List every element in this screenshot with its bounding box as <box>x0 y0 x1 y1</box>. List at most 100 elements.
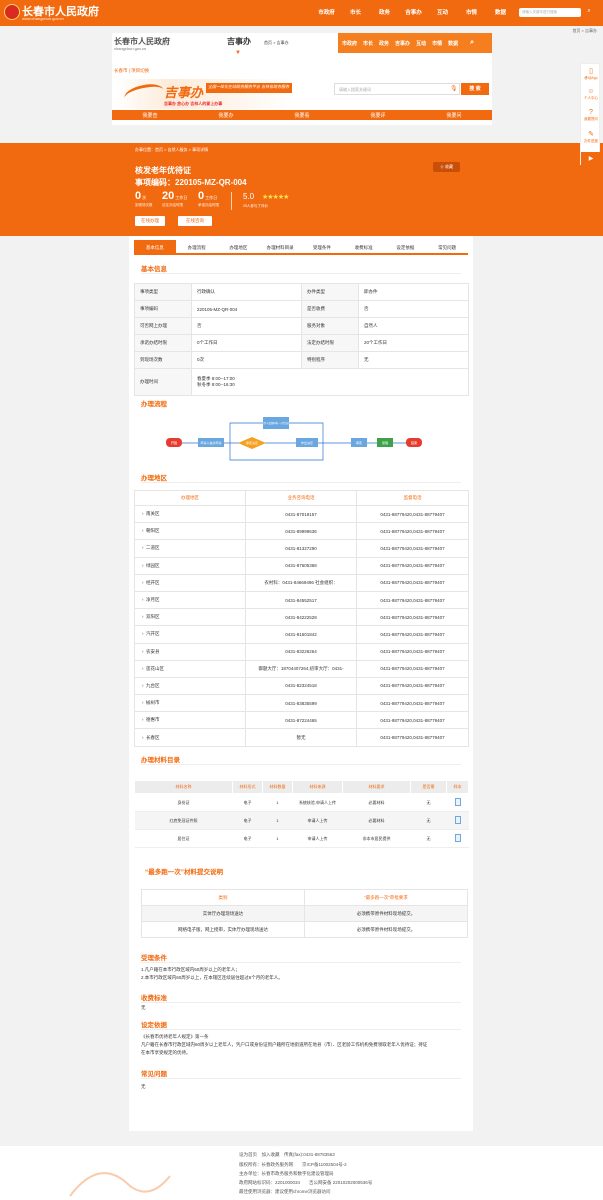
table-row[interactable]: › 朝阳区 0431-89999636 0431-88779420,0431-887… <box>134 522 469 541</box>
section-title-basis: 设定依据 <box>141 1022 167 1029</box>
sample-cell[interactable] <box>446 829 469 848</box>
consult-phone: 御题大厅：18704407264,初审大厅：0431- <box>245 659 357 678</box>
table-row[interactable]: › 二道区 0431-81327290 0431-88779420,0431-887… <box>134 539 469 558</box>
tab-basic[interactable]: 基本信息 <box>134 240 176 253</box>
topnav-item[interactable]: 吉事办 <box>399 8 428 16</box>
sample-cell[interactable] <box>446 811 469 830</box>
search-icon[interactable]: ⌕ <box>470 39 474 47</box>
band-item[interactable]: 我要问 <box>446 112 461 119</box>
table-row[interactable]: › 净月区 0431-84552517 0431-88779420,0431-887… <box>134 590 469 610</box>
consult-phone: 0431-81327290 <box>245 539 357 558</box>
rating-stars-icon: ★★★★★ <box>262 194 289 201</box>
caret-down-icon: ▼ <box>235 50 241 56</box>
header-nav-item[interactable]: 政务 <box>379 40 389 47</box>
favorite-button[interactable]: ☆ 收藏 <box>433 162 460 172</box>
sample-cell[interactable] <box>446 793 469 812</box>
document-icon[interactable] <box>454 798 461 806</box>
jsb-banner: 吉事办 全国一体化在线政务服务平台 吉林省政务服务 吉事办 放心办 吉林人的掌上… <box>116 79 296 109</box>
supervise-phone: 0431-88779420,0431-88779407 <box>356 539 469 558</box>
breadcrumb: 首页 > 吉事办 <box>572 28 597 33</box>
header-nav-item[interactable]: 市政府 <box>342 40 357 47</box>
table-row[interactable]: › 农安县 0431-83226264 0431-88779420,0431-887… <box>134 642 469 661</box>
play-icon[interactable]: ▶ <box>581 152 601 166</box>
top-search-input[interactable]: 请输入关键字进行搜索 <box>519 8 581 17</box>
swoosh-graphic <box>122 81 166 107</box>
table-row: 居住证 电子 1 申请人上传 非本市居民提供无 <box>134 829 469 848</box>
microphone-icon[interactable]: 🎙 <box>450 85 458 92</box>
sidebar-item-app[interactable]: ▯ 移动App <box>581 67 601 81</box>
tab-flow[interactable]: 办理流程 <box>176 240 218 253</box>
item-name: 核发老年优待证 <box>135 166 191 175</box>
topnav-item[interactable]: 市长 <box>341 8 370 16</box>
tab-materials[interactable]: 办理材料目录 <box>259 240 301 253</box>
table-row[interactable]: › 汽开区 0431-81501842 0431-88779420,0431-887… <box>134 625 469 644</box>
header-nav-item[interactable]: 吉事办 <box>395 40 410 47</box>
tab-accept[interactable]: 受理条件 <box>301 240 343 253</box>
flow-label: 受理 <box>382 440 388 445</box>
band-item[interactable]: 我要评 <box>370 112 385 119</box>
material-cell: 1 <box>262 829 293 848</box>
material-cell: 申请人上传 <box>292 829 343 848</box>
region-switch[interactable]: 长春市 | 项目切换 <box>114 68 149 74</box>
table-row: 红底免冠证件照 电子 1 申请人上传 必要材料无 <box>134 811 469 830</box>
sidebar-item-progress[interactable]: ✎ 办件进度 <box>581 130 601 144</box>
search-icon[interactable]: ⌕ <box>584 8 594 17</box>
topnav-item[interactable]: 政务 <box>370 8 399 16</box>
consult-phone: 0431-81501842 <box>245 625 357 644</box>
band-item[interactable]: 我要办 <box>218 112 233 119</box>
flow-label: 作出决定 <box>301 440 313 445</box>
topnav-item[interactable]: 市政府 <box>312 8 341 16</box>
footer-links[interactable]: 设为首页 加入收藏 传真(fax):0431-88783563 <box>239 1152 335 1158</box>
table-row[interactable]: › 九台区 0431-82324518 0431-88779420,0431-887… <box>134 676 469 696</box>
table-row[interactable]: › 经开区 农村科：0431-84669496 社会组织： 0431-8877942… <box>134 573 469 592</box>
table-header: 类别 “最多跑一次”审批要求 <box>141 889 468 906</box>
tab-fee[interactable]: 收费标准 <box>343 240 385 253</box>
topnav-item[interactable]: 互动 <box>428 8 457 16</box>
tab-area[interactable]: 办理地区 <box>218 240 260 253</box>
faq-text: 无 <box>141 1084 146 1089</box>
header-nav-item[interactable]: 市情 <box>432 40 442 47</box>
document-icon[interactable] <box>454 816 461 824</box>
section-title-faq: 常见问题 <box>141 1071 167 1078</box>
material-cell: 无 <box>410 811 447 830</box>
online-consult-button[interactable]: 在线咨询 <box>178 216 212 226</box>
header-nav-item[interactable]: 互动 <box>416 40 426 47</box>
service-search-button[interactable]: 搜 索 <box>461 83 489 95</box>
band-item[interactable]: 我要看 <box>294 112 309 119</box>
table-row[interactable]: › 德惠市 0431-87224465 0431-88779420,0431-887… <box>134 711 469 730</box>
table-row: 身份证 电子 1 系统核验,申请人上传 必要材料无 <box>134 793 469 812</box>
online-apply-button[interactable]: 在线办理 <box>135 216 165 226</box>
material-cell: 必要材料 <box>342 811 411 830</box>
consult-phone: 0431-87224465 <box>245 711 357 730</box>
tab-basis[interactable]: 设定依据 <box>385 240 427 253</box>
table-row[interactable]: › 榆树市 0431-83835599 0431-88779420,0431-887… <box>134 694 469 713</box>
sidebar-item-ask[interactable]: ? 我要提问 <box>581 109 601 122</box>
banner-slogan: 吉事办 放心办 吉林人的掌上办事 <box>164 101 223 106</box>
band-item[interactable]: 我要查 <box>142 112 157 119</box>
header-nav-item[interactable]: 市长 <box>363 40 373 47</box>
topnav-item[interactable]: 数据 <box>486 8 515 16</box>
table-row[interactable]: › 南关区 0431-87019157 0431-88779420,0431-887… <box>134 504 469 524</box>
table-row[interactable]: › 绿园区 0431-87605368 0431-88779420,0431-887… <box>134 556 469 575</box>
section-title-accept: 受理条件 <box>141 955 167 962</box>
table-row[interactable]: › 双阳区 0431-84222528 0431-88779420,0431-887… <box>134 608 469 627</box>
header-nav: 市政府 市长 政务 吉事办 互动 市情 数据 ⌕ <box>338 33 492 53</box>
material-cell: 无 <box>410 793 447 812</box>
tab-faq[interactable]: 常见问题 <box>426 240 468 253</box>
table-row[interactable]: › 长春区 暂无 0431-88779420,0431-88779407 <box>134 728 469 747</box>
sidebar-item-personal[interactable]: ☺ 个人中心 <box>581 88 601 101</box>
section-title-once: “最多跑一次”材料提交说明 <box>145 869 223 876</box>
material-cell: 红底免冠证件照 <box>134 811 233 830</box>
area-name: › 汽开区 <box>134 625 246 644</box>
table-row: 可否网上办理否服务对象 自然人 <box>134 317 469 335</box>
topnav-item[interactable]: 市情 <box>457 8 486 16</box>
area-table: 办理地区 业务咨询电话 监督电话 › 南关区 0431-87019157 0431-… <box>134 490 469 747</box>
header-nav-item[interactable]: 数据 <box>448 40 458 47</box>
document-icon[interactable] <box>454 834 461 842</box>
top-nav: 市政府 市长 政务 吉事办 互动 市情 数据 <box>312 8 515 16</box>
service-search-input[interactable]: 请输入搜索关键词 <box>334 83 460 95</box>
consult-phone: 暂无 <box>245 728 357 747</box>
table-row[interactable]: › 莲花山区 御题大厅：18704407264,初审大厅：0431- 0431-88… <box>134 659 469 678</box>
flow-label: 收件人受理材料 一次性告知 <box>261 421 291 425</box>
edit-icon: ✎ <box>588 131 594 138</box>
